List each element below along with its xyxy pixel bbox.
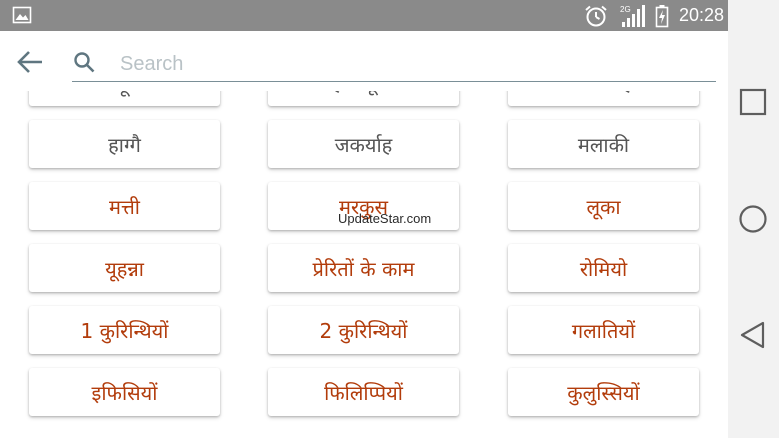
book-button[interactable]: नहूम [29, 91, 220, 106]
book-button[interactable]: रोमियो [508, 244, 699, 292]
image-icon [12, 6, 32, 24]
arrow-back-icon[interactable] [14, 46, 46, 78]
app-bar [0, 31, 728, 91]
book-button[interactable]: मत्ती [29, 182, 220, 230]
book-row: हाग्गै जकर्याह मलाकी [0, 120, 728, 174]
status-bar: 2G 20:28 [0, 0, 728, 31]
book-row: 1 कुरिन्थियों 2 कुरिन्थियों गलातियों [0, 306, 728, 360]
book-button[interactable]: हबक्कूक [268, 91, 459, 106]
book-button[interactable]: सपन्याह [508, 91, 699, 106]
book-button[interactable]: हाग्गै [29, 120, 220, 168]
book-button[interactable]: फिलिप्पियों [268, 368, 459, 416]
signal-icon: 2G [620, 4, 645, 27]
circle-icon[interactable] [736, 202, 770, 236]
book-row: मत्ती मरकुस लूका [0, 182, 728, 236]
book-button[interactable]: 2 कुरिन्थियों [268, 306, 459, 354]
book-button[interactable]: गलातियों [508, 306, 699, 354]
square-icon[interactable] [736, 85, 770, 119]
network-type-label: 2G [620, 5, 631, 14]
book-button[interactable]: प्रेरितों के काम [268, 244, 459, 292]
book-button[interactable]: इफिसियों [29, 368, 220, 416]
book-row: इफिसियों फिलिप्पियों कुलुस्सियों [0, 368, 728, 422]
search-icon [74, 52, 95, 73]
book-button[interactable]: मलाकी [508, 120, 699, 168]
book-button[interactable]: जकर्याह [268, 120, 459, 168]
status-indicators: 2G 20:28 [583, 0, 724, 31]
book-button[interactable]: लूका [508, 182, 699, 230]
alarm-clock-icon [585, 5, 607, 26]
search-input[interactable] [118, 49, 712, 79]
book-row: नहूम हबक्कूक सपन्याह [0, 91, 728, 112]
book-grid: नहूम हबक्कूक सपन्याह हाग्गै जकर्याह मलाक… [0, 91, 728, 438]
navigation-bar [728, 0, 779, 438]
status-time: 20:28 [678, 5, 724, 25]
search-bar[interactable] [72, 45, 716, 82]
book-button[interactable]: मरकुस [268, 182, 459, 230]
triangle-back-icon[interactable] [736, 318, 770, 352]
book-button[interactable]: यूहन्ना [29, 244, 220, 292]
book-row: यूहन्ना प्रेरितों के काम रोमियो [0, 244, 728, 298]
book-button[interactable]: 1 कुरिन्थियों [29, 306, 220, 354]
book-button[interactable]: कुलुस्सियों [508, 368, 699, 416]
battery-charging-icon [655, 4, 669, 27]
